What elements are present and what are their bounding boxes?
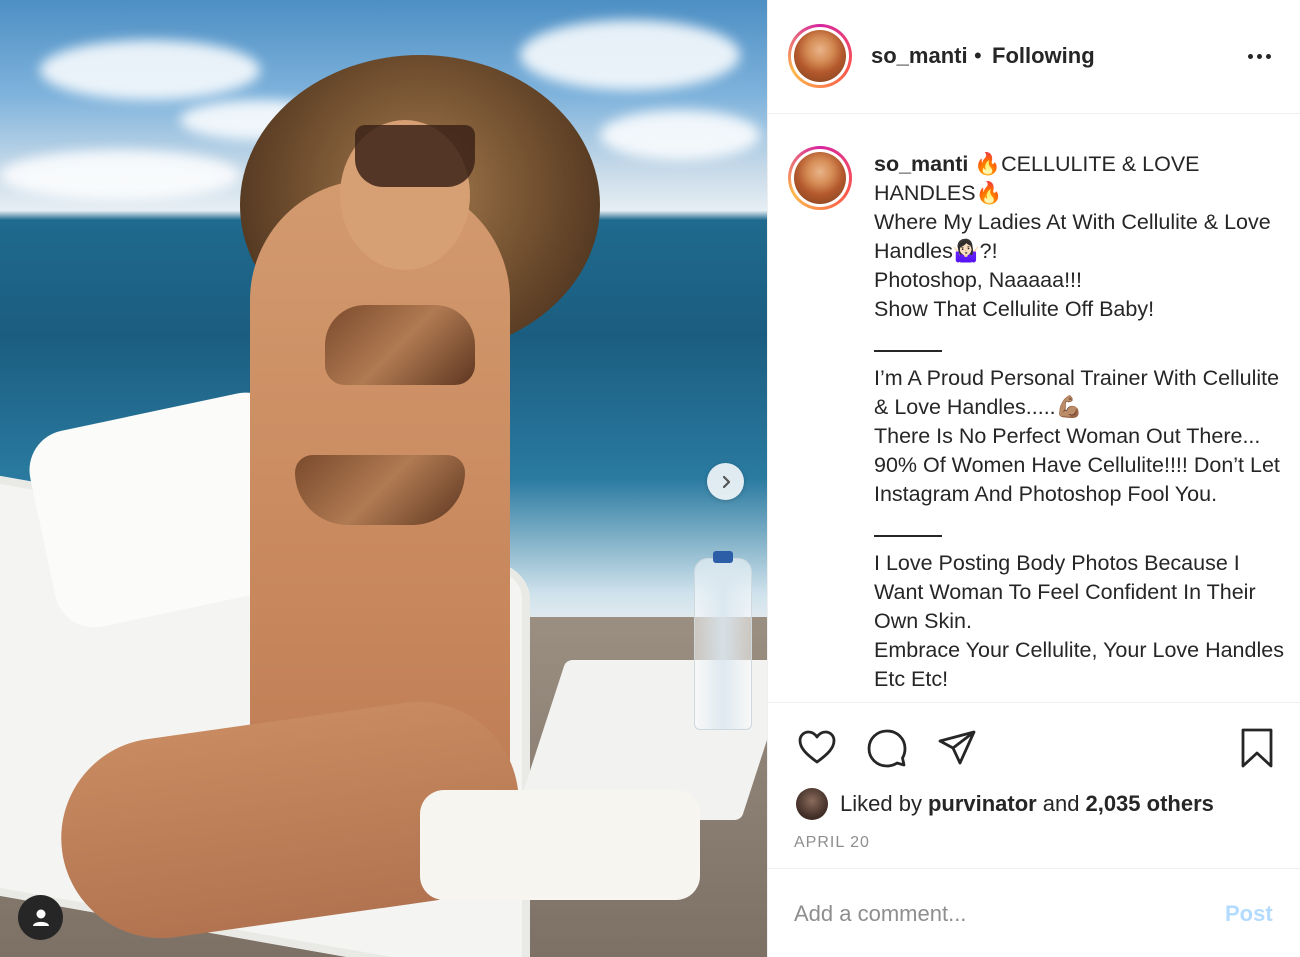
comment-bubble-icon[interactable] — [866, 727, 908, 769]
paper-plane-icon[interactable] — [936, 727, 978, 769]
caption-line: Where My Ladies At With Cellulite & Love… — [874, 210, 1271, 263]
comment-input[interactable] — [794, 899, 1194, 929]
liker-username[interactable]: purvinator — [928, 791, 1037, 817]
author-username[interactable]: so_manti — [871, 43, 968, 69]
next-photo-button[interactable] — [707, 463, 744, 500]
heart-icon[interactable] — [796, 727, 838, 769]
user-tag-icon — [32, 909, 49, 926]
bookmark-icon[interactable] — [1236, 727, 1278, 769]
caption-divider — [874, 350, 942, 352]
post-header: so_manti • Following — [768, 0, 1300, 114]
post-date[interactable]: APRIL 20 — [794, 834, 870, 852]
more-options-icon[interactable] — [1248, 54, 1271, 59]
caption-avatar[interactable] — [788, 146, 852, 210]
likes-summary: Liked by purvinator and 2,035 others — [796, 787, 1214, 821]
follow-status-button[interactable]: Following — [992, 43, 1095, 69]
likes-others-link[interactable]: 2,035 others — [1085, 791, 1213, 817]
likes-joiner: and — [1042, 791, 1080, 816]
tagged-users-button[interactable] — [18, 895, 63, 940]
caption-line: 90% Of Women Have Cellulite!!!! Don’t Le… — [874, 453, 1280, 506]
caption-text: so_manti 🔥CELLULITE & LOVE HANDLES🔥 Where… — [874, 150, 1294, 694]
post-side-panel: so_manti • Following so_manti 🔥CELLULITE … — [767, 0, 1300, 957]
caption-line: Show That Cellulite Off Baby! — [874, 297, 1155, 321]
caption-line: There Is No Perfect Woman Out There... — [874, 424, 1261, 448]
caption-line: Photoshop, Naaaaa!!! — [874, 268, 1082, 292]
post-actions: Liked by purvinator and 2,035 others APR… — [768, 702, 1300, 868]
caption-line: I’m A Proud Personal Trainer With Cellul… — [874, 366, 1280, 419]
chevron-right-icon — [722, 475, 730, 488]
header-separator: • — [974, 43, 982, 68]
liker-avatar[interactable] — [796, 788, 828, 820]
author-avatar[interactable] — [788, 24, 852, 88]
likes-prefix: Liked by — [840, 791, 922, 816]
caption-username[interactable]: so_manti — [874, 152, 968, 176]
caption-line: Embrace Your Cellulite, Your Love Handle… — [874, 638, 1284, 691]
caption-area: so_manti 🔥CELLULITE & LOVE HANDLES🔥 Where… — [768, 114, 1300, 702]
post-photo[interactable] — [0, 0, 767, 957]
comment-bar: Post — [768, 868, 1300, 957]
caption-divider — [874, 535, 942, 537]
post-comment-button[interactable]: Post — [1225, 901, 1273, 927]
caption-line: I Love Posting Body Photos Because I Wan… — [874, 551, 1256, 633]
